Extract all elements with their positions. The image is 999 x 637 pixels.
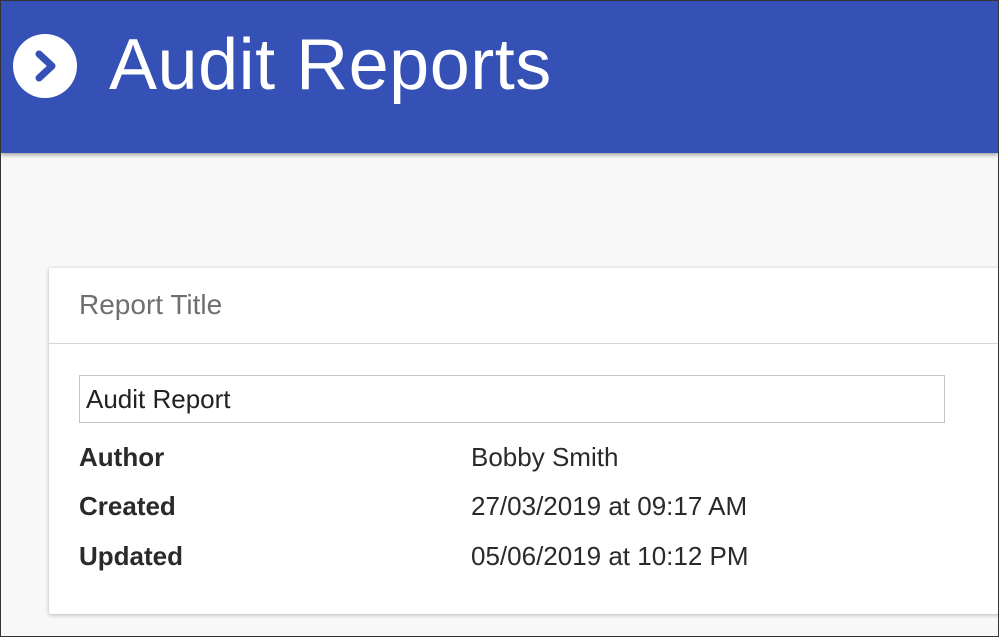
- chevron-right-icon: [35, 50, 56, 82]
- created-row: Created 27/03/2019 at 09:17 AM: [79, 489, 959, 523]
- author-value: Bobby Smith: [471, 442, 619, 472]
- updated-value: 05/06/2019 at 10:12 PM: [471, 541, 749, 571]
- report-card: Report Title Author Bobby Smith Created …: [49, 268, 998, 614]
- updated-row: Updated 05/06/2019 at 10:12 PM: [79, 539, 959, 573]
- author-row: Author Bobby Smith: [79, 440, 959, 474]
- card-header-title: Report Title: [79, 289, 223, 320]
- updated-label: Updated: [79, 541, 183, 571]
- created-value: 27/03/2019 at 09:17 AM: [471, 491, 748, 521]
- report-title-input[interactable]: [79, 375, 945, 423]
- app-header: Audit Reports: [1, 1, 998, 153]
- card-header: Report Title: [49, 268, 998, 344]
- app-window: Audit Reports Report Title Author Bobby …: [0, 0, 999, 637]
- created-label: Created: [79, 491, 176, 521]
- page-title: Audit Reports: [109, 25, 552, 105]
- author-label: Author: [79, 442, 165, 472]
- navigate-button[interactable]: [13, 34, 77, 98]
